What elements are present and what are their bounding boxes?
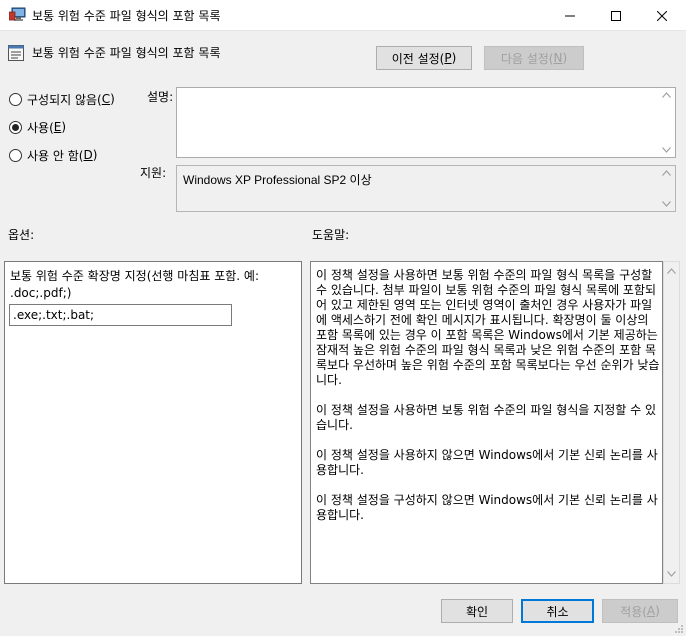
maximize-button[interactable]: [593, 0, 639, 31]
radio-label-end: ): [92, 148, 98, 162]
comment-scrollbar[interactable]: [658, 88, 675, 157]
scroll-down-icon[interactable]: [662, 147, 671, 153]
radio-hotkey: C: [101, 92, 111, 106]
radio-label-end: ): [61, 120, 67, 134]
radio-label-end: ): [110, 92, 115, 106]
apply-button[interactable]: 적용(A): [602, 599, 678, 623]
supported-scrollbar[interactable]: [658, 166, 675, 211]
help-paragraph: 이 정책 설정을 사용하면 보통 위험 수준의 파일 형식을 지정할 수 있습니…: [316, 403, 657, 432]
window-title: 보통 위험 수준 파일 형식의 포함 목록: [32, 9, 221, 23]
previous-setting-label: 이전 설정(: [391, 51, 445, 66]
previous-setting-label-end: ): [451, 51, 457, 65]
policy-title: 보통 위험 수준 파일 형식의 포함 목록: [32, 46, 221, 60]
previous-setting-button[interactable]: 이전 설정(P): [376, 46, 472, 70]
options-pane: 보통 위험 수준 확장명 지정(선행 마침표 포함. 예: .doc;.pdf;…: [4, 261, 302, 584]
previous-setting-hotkey: P: [444, 51, 452, 65]
help-scrollbar[interactable]: [663, 261, 680, 584]
resize-grip-icon[interactable]: [674, 624, 684, 634]
extensions-input[interactable]: .exe;.txt;.bat;: [9, 304, 232, 326]
ok-button[interactable]: 확인: [441, 599, 513, 623]
help-paragraph: 이 정책 설정을 사용하지 않으면 Windows에서 기본 신뢰 논리를 사용…: [316, 448, 658, 477]
cancel-button[interactable]: 취소: [521, 599, 594, 623]
radio-label: 사용(: [27, 120, 54, 135]
options-description: 보통 위험 수준 확장명 지정(선행 마침표 포함. 예: .doc;.pdf;…: [10, 269, 260, 300]
radio-disabled[interactable]: 사용 안 함(D): [9, 147, 97, 163]
scroll-down-icon[interactable]: [662, 201, 671, 207]
radio-circle[interactable]: [9, 148, 22, 162]
scroll-up-icon[interactable]: [662, 92, 671, 98]
supported-label: 지원:: [140, 166, 167, 180]
help-text: 이 정책 설정을 사용하면 보통 위험 수준의 파일 형식 목록을 구성할 수 …: [316, 268, 662, 538]
radio-selected-dot: [12, 123, 19, 131]
help-pane: 이 정책 설정을 사용하면 보통 위험 수준의 파일 형식 목록을 구성할 수 …: [310, 261, 663, 584]
scroll-up-icon[interactable]: [662, 170, 671, 176]
radio-hotkey: D: [83, 148, 93, 162]
help-label: 도움말:: [312, 228, 350, 242]
radio-label: 구성되지 않음(: [27, 92, 102, 107]
close-button[interactable]: [639, 0, 685, 31]
policy-setting-icon: [8, 45, 24, 61]
next-setting-label-end: ): [562, 51, 568, 65]
next-setting-hotkey: N: [553, 51, 563, 65]
title-bar: 보통 위험 수준 파일 형식의 포함 목록: [0, 0, 686, 31]
radio-circle-selected[interactable]: [9, 120, 22, 134]
group-policy-icon: [8, 7, 26, 22]
apply-label: 적용(: [620, 604, 647, 619]
comment-label: 설명:: [147, 90, 174, 104]
radio-hotkey: E: [53, 120, 62, 134]
radio-label: 사용 안 함(: [27, 148, 84, 163]
minimize-button[interactable]: [547, 0, 593, 31]
supported-textbox: Windows XP Professional SP2 이상: [176, 165, 676, 212]
help-paragraph: 이 정책 설정을 사용하면 보통 위험 수준의 파일 형식 목록을 구성할 수 …: [316, 268, 660, 387]
scroll-up-icon[interactable]: [667, 268, 676, 274]
next-setting-button[interactable]: 다음 설정(N): [484, 46, 584, 70]
comment-textarea[interactable]: [176, 87, 676, 158]
supported-value: Windows XP Professional SP2 이상: [183, 173, 372, 187]
scroll-down-icon[interactable]: [667, 571, 676, 577]
apply-label-end: ): [655, 604, 660, 618]
help-paragraph: 이 정책 설정을 구성하지 않으면 Windows에서 기본 신뢰 논리를 사용…: [316, 493, 658, 522]
next-setting-label: 다음 설정(: [500, 51, 554, 66]
radio-not-configured[interactable]: 구성되지 않음(C): [9, 91, 115, 107]
options-label: 옵션:: [8, 228, 35, 242]
radio-enabled[interactable]: 사용(E): [9, 119, 66, 135]
apply-hotkey: A: [646, 604, 656, 618]
radio-circle[interactable]: [9, 92, 22, 106]
